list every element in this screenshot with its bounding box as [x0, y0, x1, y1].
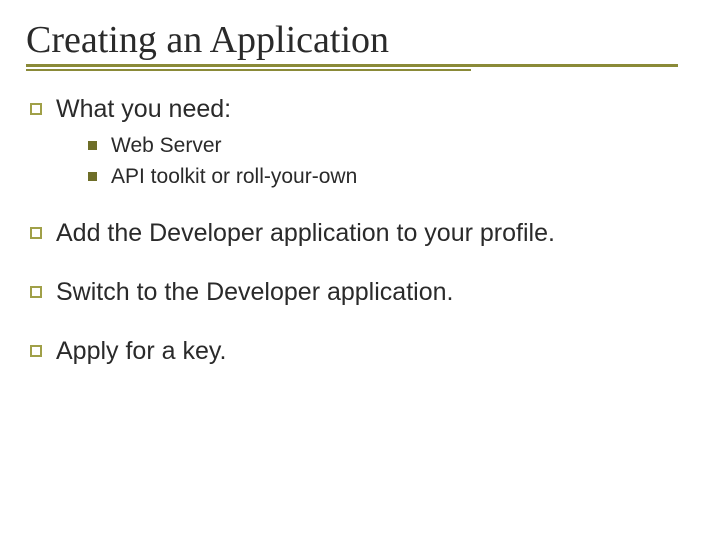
sub-list-item: Web Server: [88, 133, 694, 159]
slide: Creating an Application What you need: W…: [0, 0, 720, 368]
title-underline: [26, 64, 694, 70]
solid-square-icon: [88, 141, 97, 150]
bullet-text: Apply for a key.: [56, 336, 226, 367]
sub-list: Web Server API toolkit or roll-your-own: [88, 133, 694, 190]
solid-square-icon: [88, 172, 97, 181]
sub-bullet-text: API toolkit or roll-your-own: [111, 164, 357, 190]
hollow-square-icon: [30, 103, 42, 115]
list-item: What you need: Web Server API toolkit or…: [30, 94, 694, 190]
sub-bullet-text: Web Server: [111, 133, 222, 159]
bullet-text: Add the Developer application to your pr…: [56, 218, 555, 249]
underline-short: [26, 69, 471, 71]
hollow-square-icon: [30, 345, 42, 357]
bullet-text: Switch to the Developer application.: [56, 277, 453, 308]
content-area: What you need: Web Server API toolkit or…: [26, 94, 694, 368]
list-item: Switch to the Developer application.: [30, 277, 694, 308]
list-item: Apply for a key.: [30, 336, 694, 367]
hollow-square-icon: [30, 286, 42, 298]
hollow-square-icon: [30, 227, 42, 239]
list-item: Add the Developer application to your pr…: [30, 218, 694, 249]
sub-list-item: API toolkit or roll-your-own: [88, 164, 694, 190]
bullet-text: What you need:: [56, 94, 231, 125]
underline-long: [26, 64, 678, 67]
page-title: Creating an Application: [26, 18, 694, 62]
